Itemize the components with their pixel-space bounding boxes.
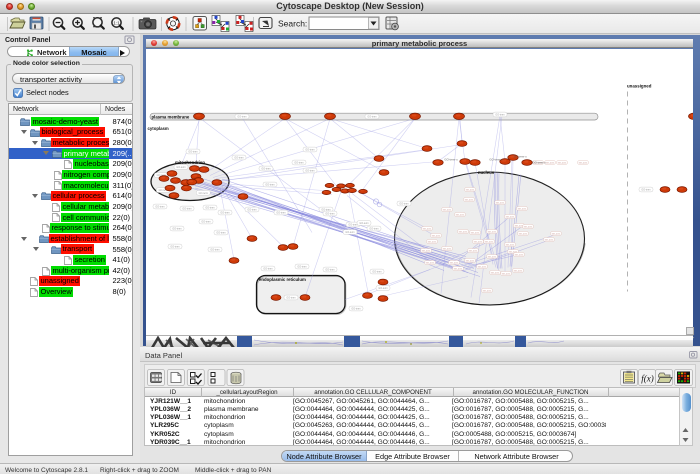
svg-text:GO-term: GO-term: [265, 183, 274, 186]
svg-text:GO-term: GO-term: [514, 269, 523, 272]
svg-text:GO-term: GO-term: [201, 220, 210, 223]
svg-text:GO-term: GO-term: [348, 223, 357, 226]
svg-text:GO-term: GO-term: [276, 211, 285, 214]
svg-text:GO-term: GO-term: [432, 234, 441, 237]
svg-text:GO-term: GO-term: [478, 265, 487, 268]
svg-text:GO-term: GO-term: [471, 231, 480, 234]
svg-text:GO-term: GO-term: [552, 232, 561, 235]
svg-text:GO-term: GO-term: [172, 227, 181, 230]
svg-text:1:1: 1:1: [113, 20, 120, 25]
svg-text:GO-term: GO-term: [579, 161, 588, 164]
svg-text:GO-term: GO-term: [491, 271, 500, 274]
svg-text:GO-term: GO-term: [466, 188, 475, 191]
svg-text:GO-term: GO-term: [372, 270, 381, 273]
svg-text:GO-term: GO-term: [515, 253, 524, 256]
svg-text:GO-term: GO-term: [518, 207, 527, 210]
svg-text:Search:: Search:: [278, 19, 307, 29]
svg-text:GO-term: GO-term: [399, 202, 408, 205]
svg-text:GO-term: GO-term: [305, 169, 314, 172]
svg-text:GO-term: GO-term: [469, 249, 478, 252]
svg-text:GO-term: GO-term: [155, 205, 164, 208]
svg-text:GO-term: GO-term: [459, 230, 468, 233]
svg-text:GO-term: GO-term: [422, 249, 431, 252]
svg-text:GO-term-x: GO-term-x: [444, 157, 458, 161]
svg-text:GO-term: GO-term: [297, 265, 306, 268]
svg-text:GO-term: GO-term: [454, 267, 463, 270]
svg-text:GO-term: GO-term: [234, 156, 243, 159]
svg-text:GO-term: GO-term: [515, 224, 524, 227]
svg-text:GO-term: GO-term: [351, 307, 360, 310]
svg-text:GO-term: GO-term: [495, 113, 504, 116]
svg-text:GO-term: GO-term: [170, 245, 179, 248]
svg-text:GO-term: GO-term: [305, 148, 314, 151]
svg-text:GO-term: GO-term: [325, 212, 334, 215]
svg-text:GO-term: GO-term: [176, 166, 185, 169]
svg-text:GO-term: GO-term: [345, 231, 354, 234]
svg-text:plasma membrane: plasma membrane: [152, 114, 190, 119]
svg-text:mitochondrion: mitochondrion: [175, 160, 205, 165]
svg-text:GO-term: GO-term: [506, 243, 515, 246]
svg-text:GO-term: GO-term: [210, 248, 219, 251]
svg-text:GO-term: GO-term: [483, 289, 492, 292]
svg-text:GO-term: GO-term: [247, 208, 256, 211]
svg-text:GO-term: GO-term: [261, 167, 270, 170]
svg-text:GO-term: GO-term: [199, 191, 208, 194]
svg-text:GO-term: GO-term: [465, 198, 474, 201]
svg-text:GO-term: GO-term: [456, 213, 465, 216]
svg-text:GO-term: GO-term: [641, 188, 650, 191]
svg-text:GO-term: GO-term: [286, 296, 295, 299]
svg-text:GO-term: GO-term: [220, 211, 229, 214]
svg-text:GO-term-x: GO-term-x: [532, 160, 546, 164]
svg-text:nucleus: nucleus: [478, 170, 495, 175]
svg-text:GO-term: GO-term: [488, 230, 497, 233]
svg-text:GO-term: GO-term: [443, 208, 452, 211]
svg-text:unassigned: unassigned: [627, 83, 652, 88]
svg-text:cytoplasm: cytoplasm: [148, 126, 169, 131]
svg-text:GO-term: GO-term: [443, 247, 452, 250]
svg-text:GO-term: GO-term: [294, 161, 303, 164]
svg-text:GO-term: GO-term: [506, 215, 515, 218]
svg-text:GO-term: GO-term: [558, 161, 567, 164]
svg-text:GO-term: GO-term: [546, 161, 555, 164]
svg-text:GO-term: GO-term: [378, 287, 387, 290]
svg-text:endoplasmic reticulum: endoplasmic reticulum: [259, 277, 306, 282]
svg-text:GO-term: GO-term: [450, 261, 459, 264]
svg-text:GO-term: GO-term: [325, 268, 334, 271]
svg-text:GO-term: GO-term: [474, 240, 483, 243]
svg-text:GO-term: GO-term: [496, 201, 505, 204]
svg-text:GO-term: GO-term: [216, 231, 225, 234]
svg-text:GO-term: GO-term: [359, 222, 368, 225]
svg-text:GO-term: GO-term: [488, 255, 497, 258]
svg-text:f(x): f(x): [641, 374, 654, 384]
svg-text:GO-term: GO-term: [466, 259, 475, 262]
svg-text:GO-term: GO-term: [369, 227, 378, 230]
svg-text:GO-term: GO-term: [426, 261, 435, 264]
svg-text:GO-term: GO-term: [205, 206, 214, 209]
svg-text:GO-term: GO-term: [263, 267, 272, 270]
svg-text:GO-term: GO-term: [182, 207, 191, 210]
svg-text:GO-term: GO-term: [524, 225, 533, 228]
svg-text:GO-term: GO-term: [188, 150, 197, 153]
svg-text:GO-term: GO-term: [545, 238, 554, 241]
svg-text:GO-term: GO-term: [237, 115, 246, 118]
svg-text:GO-term: GO-term: [367, 115, 376, 118]
svg-text:GO-term: GO-term: [423, 227, 432, 230]
svg-text:GO-term: GO-term: [485, 240, 494, 243]
svg-text:GO-term-x: GO-term-x: [489, 157, 503, 161]
svg-text:GO-term-x: GO-term-x: [513, 154, 527, 158]
svg-text:GO-term: GO-term: [428, 240, 437, 243]
svg-text:GO-term: GO-term: [502, 272, 511, 275]
svg-text:GO-term: GO-term: [519, 232, 528, 235]
